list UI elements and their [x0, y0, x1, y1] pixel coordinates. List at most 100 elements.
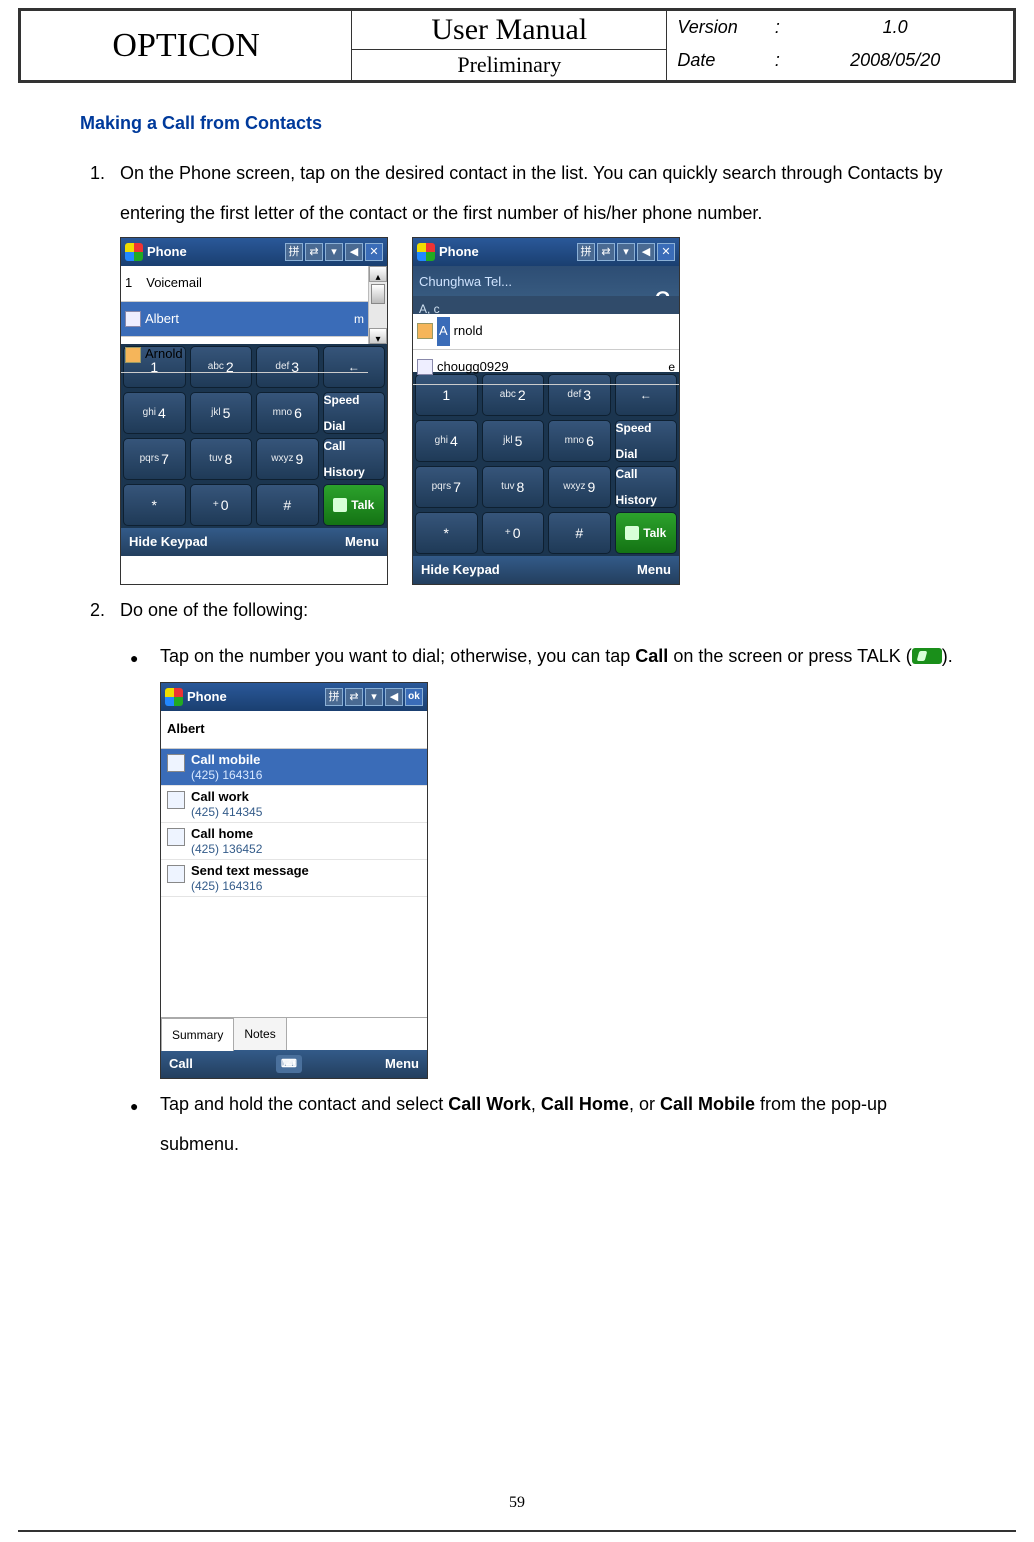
app-title: Phone [187, 683, 227, 712]
bullet-1-text-c: ). [942, 646, 953, 666]
softkey-menu[interactable]: Menu [345, 528, 379, 557]
talk-button-icon [912, 648, 942, 664]
sync-icon[interactable]: ⇄ [305, 243, 323, 261]
key-star[interactable]: * [123, 484, 186, 526]
key-6[interactable]: mno6 [256, 392, 319, 434]
key-hash[interactable]: # [548, 512, 611, 554]
bullet-tap-hold: Tap and hold the contact and select Call… [120, 1085, 954, 1164]
call-home: Call Home [541, 1094, 629, 1114]
dialed-display: Chunghwa Tel... 2 A, c [413, 266, 679, 314]
contact-type: e [668, 354, 675, 380]
step-1: On the Phone screen, tap on the desired … [110, 154, 954, 585]
scrollbar[interactable]: ▴ ▾ [368, 266, 387, 344]
filter-hint: A, c [413, 296, 679, 314]
key-9[interactable]: wxyz9 [256, 438, 319, 480]
sip-icon[interactable]: 拼 [325, 688, 343, 706]
doc-header: OPTICON User Manual Preliminary Version … [18, 11, 1016, 83]
detail-tabs: Summary Notes [161, 1017, 427, 1050]
key-5[interactable]: jkl5 [190, 392, 253, 434]
signal-icon: ▾ [325, 243, 343, 261]
colon: : [767, 50, 787, 71]
key-8[interactable]: tuv8 [190, 438, 253, 480]
detail-send-text[interactable]: Send text message (425) 164316 [161, 860, 427, 897]
tab-notes[interactable]: Notes [233, 1017, 286, 1050]
start-icon[interactable] [417, 243, 435, 261]
contact-row-albert[interactable]: Albert m [121, 302, 368, 338]
start-icon[interactable] [165, 688, 183, 706]
contact-row-arnold[interactable]: Arnold [413, 314, 679, 350]
key-call-history[interactable]: Call History [615, 466, 678, 508]
scroll-up-icon[interactable]: ▴ [369, 266, 387, 282]
key-star[interactable]: * [415, 512, 478, 554]
volume-icon[interactable]: ◀ [385, 688, 403, 706]
key-call-history[interactable]: Call History [323, 438, 386, 480]
key-7[interactable]: pqrs7 [415, 466, 478, 508]
phone-screenshot-3: Phone 拼 ⇄ ▾ ◀ ok Albert [160, 682, 428, 1079]
softkey-menu[interactable]: Menu [637, 556, 671, 585]
detail-blank [161, 897, 427, 1017]
date-value: 2008/05/20 [787, 50, 1003, 71]
or: , or [629, 1094, 660, 1114]
softkey-hide-keypad[interactable]: Hide Keypad [129, 528, 208, 557]
key-talk[interactable]: Talk [615, 512, 678, 554]
step-1-text: On the Phone screen, tap on the desired … [120, 163, 943, 223]
scroll-down-icon[interactable]: ▾ [369, 328, 387, 344]
contact-sim-icon [417, 323, 433, 339]
detail-call-mobile[interactable]: Call mobile (425) 164316 [161, 749, 427, 786]
work-icon [167, 791, 185, 809]
key-9[interactable]: wxyz9 [548, 466, 611, 508]
phone-icon [333, 498, 347, 512]
detail-label: Call work [191, 789, 262, 805]
contact-list: Arnold chougg0929 e [413, 314, 679, 372]
status-icons: 拼 ⇄ ▾ ◀ ok [325, 688, 423, 706]
start-icon[interactable] [125, 243, 143, 261]
detail-number: (425) 414345 [191, 805, 262, 819]
voicemail-row[interactable]: 1 Voicemail [121, 266, 368, 302]
key-0[interactable]: +0 [482, 512, 545, 554]
scroll-thumb[interactable] [371, 284, 385, 304]
volume-icon[interactable]: ◀ [345, 243, 363, 261]
key-talk[interactable]: Talk [323, 484, 386, 526]
key-4[interactable]: ghi4 [123, 392, 186, 434]
wm-titlebar: Phone 拼 ⇄ ▾ ◀ ✕ [413, 238, 679, 266]
key-6[interactable]: mno6 [548, 420, 611, 462]
ok-button[interactable]: ok [405, 688, 423, 706]
carrier-label: Chunghwa Tel... [419, 268, 673, 297]
bottom-rule [18, 1530, 1016, 1532]
key-8[interactable]: tuv8 [482, 466, 545, 508]
app-title: Phone [439, 238, 479, 267]
softkey-menu[interactable]: Menu [385, 1050, 419, 1079]
contact-row-chougg[interactable]: chougg0929 e [413, 350, 679, 386]
key-5[interactable]: jkl5 [482, 420, 545, 462]
tab-summary[interactable]: Summary [161, 1018, 234, 1051]
contact-card-icon [417, 359, 433, 375]
wm-softkey-bar: Hide Keypad Menu [121, 528, 387, 556]
detail-call-work[interactable]: Call work (425) 414345 [161, 786, 427, 823]
key-7[interactable]: pqrs7 [123, 438, 186, 480]
contact-detail-name: Albert [161, 711, 427, 749]
version-row: Version : 1.0 [667, 11, 1013, 44]
key-speed-dial[interactable]: Speed Dial [323, 392, 386, 434]
comma: , [531, 1094, 541, 1114]
sync-icon[interactable]: ⇄ [345, 688, 363, 706]
sip-toggle-icon[interactable]: ⌨ [276, 1055, 302, 1073]
volume-icon[interactable]: ◀ [637, 243, 655, 261]
sip-icon[interactable]: 拼 [577, 243, 595, 261]
contact-row-arnold[interactable]: Arnold [121, 337, 368, 373]
key-speed-dial[interactable]: Speed Dial [615, 420, 678, 462]
phone-screenshot-1: Phone 拼 ⇄ ▾ ◀ ✕ [120, 237, 388, 585]
close-icon[interactable]: ✕ [657, 243, 675, 261]
softkey-call[interactable]: Call [169, 1050, 193, 1079]
close-icon[interactable]: ✕ [365, 243, 383, 261]
call-mobile: Call Mobile [660, 1094, 755, 1114]
sync-icon[interactable]: ⇄ [597, 243, 615, 261]
page-number: 59 [0, 1494, 1034, 1512]
key-0[interactable]: +0 [190, 484, 253, 526]
softkey-hide-keypad[interactable]: Hide Keypad [421, 556, 500, 585]
key-4[interactable]: ghi4 [415, 420, 478, 462]
bullet-call: Tap on the number you want to dial; othe… [120, 637, 954, 1080]
key-hash[interactable]: # [256, 484, 319, 526]
detail-call-home[interactable]: Call home (425) 136452 [161, 823, 427, 860]
contact-card-icon [125, 311, 141, 327]
sip-icon[interactable]: 拼 [285, 243, 303, 261]
